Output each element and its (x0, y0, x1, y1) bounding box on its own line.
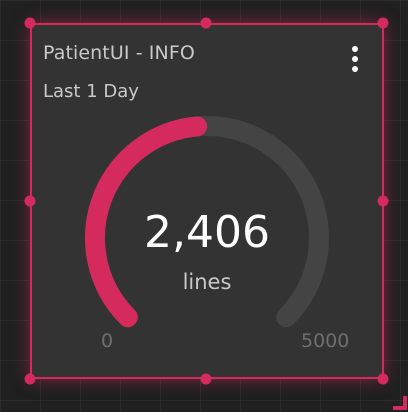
resize-handle-bottom-left[interactable] (24, 373, 36, 385)
gauge-chart (85, 116, 329, 328)
resize-handle-bottom[interactable] (200, 373, 212, 385)
gauge-min-label: 0 (101, 330, 114, 352)
dashboard-canvas: PatientUI - INFO Last 1 Day 2,406 lines … (0, 0, 408, 412)
resize-corner-grip[interactable] (393, 396, 407, 410)
resize-handle-top-left[interactable] (24, 17, 36, 29)
gauge-unit: lines (182, 270, 232, 294)
gauge-widget[interactable]: PatientUI - INFO Last 1 Day 2,406 lines … (30, 23, 384, 379)
gauge-value: 2,406 (144, 207, 270, 258)
resize-handle-left[interactable] (24, 195, 36, 207)
resize-handle-bottom-right[interactable] (377, 373, 389, 385)
gauge-max-label: 5000 (301, 330, 350, 352)
resize-handle-top-right[interactable] (377, 17, 389, 29)
resize-handle-top[interactable] (200, 17, 212, 29)
resize-handle-right[interactable] (377, 195, 389, 207)
